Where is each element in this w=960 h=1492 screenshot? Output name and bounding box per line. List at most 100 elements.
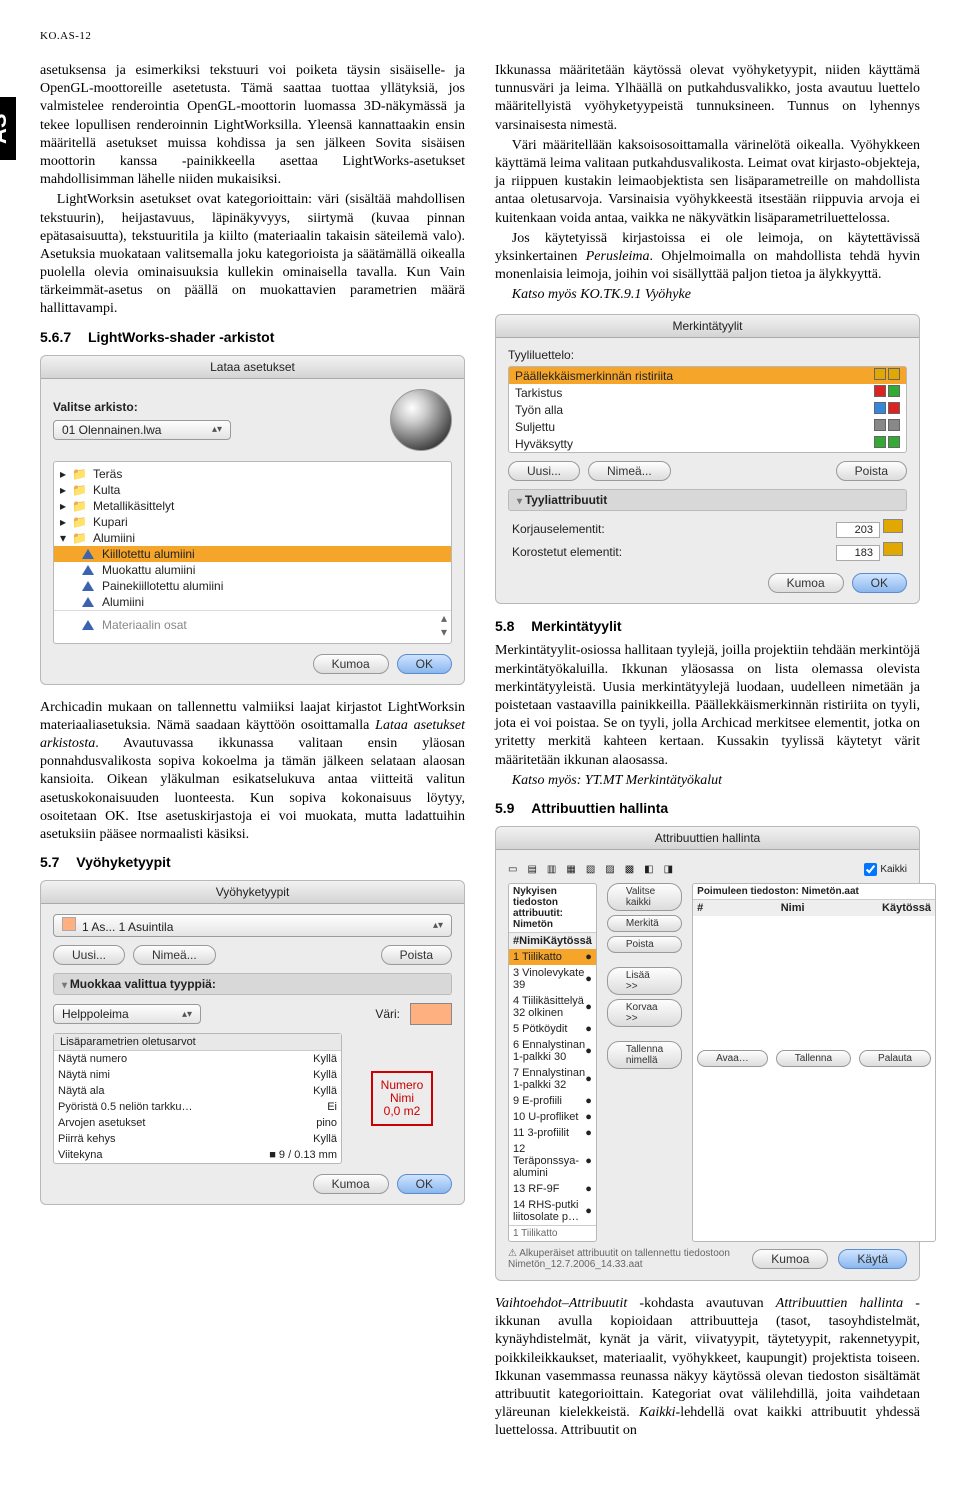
delete-button[interactable]: Poista [607, 936, 682, 953]
rename-button[interactable]: Nimeä... [588, 461, 671, 481]
merge-button[interactable]: Merkitä [607, 915, 682, 932]
correction-elements-field[interactable]: 203 [836, 522, 880, 538]
replace-button[interactable]: Korvaa >> [607, 999, 682, 1027]
body-paragraph: asetuksensa ja esimerkiksi tekstuuri voi… [40, 62, 465, 189]
attribute-row[interactable]: 12 Teräponssya-alumini● [509, 1141, 596, 1181]
body-paragraph: Merkintätyylit-osiossa hallitaan tyylejä… [495, 642, 920, 769]
style-list[interactable]: Päällekkäismerkinnän ristiriitaTarkistus… [509, 367, 906, 452]
style-row[interactable]: Työn alla [509, 401, 906, 418]
color-swatch[interactable] [883, 542, 903, 556]
tab-icon[interactable]: ◧ [644, 864, 653, 875]
style-attributes-disclosure[interactable]: Tyyliattribuutit [508, 489, 907, 511]
highlighted-elements-label: Korostetut elementit: [512, 545, 622, 559]
attribute-row[interactable]: 9 E-profiili● [509, 1093, 596, 1109]
crossref: Katso myös: YT.MT Merkintätyökalut [495, 772, 920, 790]
tree-folder[interactable]: ▸Kupari [54, 514, 451, 530]
body-paragraph: Ikkunassa määritetään käytössä olevat vy… [495, 62, 920, 135]
color-swatch[interactable] [410, 1003, 452, 1025]
cancel-button[interactable]: Kumoa [752, 1249, 828, 1269]
chevron-updown-icon: ▴▾ [212, 424, 222, 435]
cancel-button[interactable]: Kumoa [313, 654, 389, 674]
param-row[interactable]: Arvojen asetuksetpino [54, 1115, 341, 1131]
all-checkbox[interactable]: Kaikki [860, 860, 907, 879]
cancel-button[interactable]: Kumoa [313, 1174, 389, 1194]
tab-icon[interactable]: ▥ [547, 864, 556, 875]
open-button[interactable]: Avaa… [697, 1050, 768, 1067]
tree-item[interactable]: Muokattu alumiini [54, 562, 451, 578]
tree-folder[interactable]: ▸Kulta [54, 482, 451, 498]
style-row[interactable]: Hyväksytty [509, 435, 906, 452]
attribute-row[interactable]: 7 Ennalystinan 1-palkki 32● [509, 1065, 596, 1093]
attribute-row[interactable]: 5 Pötköydit● [509, 1021, 596, 1037]
chevron-updown-icon: ▴▾ [433, 920, 443, 931]
color-swatch[interactable] [883, 519, 903, 533]
dialog-title: Lataa asetukset [41, 356, 464, 379]
attribute-row[interactable]: 6 Ennalystinan 1-palkki 30● [509, 1037, 596, 1065]
folder-icon [72, 531, 87, 545]
attribute-row[interactable]: 4 Tiilikäsittelyä 32 olkinen● [509, 993, 596, 1021]
param-row[interactable]: Näytä numeroKyllä [54, 1051, 341, 1067]
attribute-row[interactable]: 3 Vinolevykate 39● [509, 965, 596, 993]
tree-item[interactable]: Alumiini [54, 594, 451, 610]
rename-button[interactable]: Nimeä... [133, 945, 216, 965]
markup-styles-dialog: Merkintätyylit Tyyliluettelo: Päällekkäi… [495, 314, 920, 604]
attribute-row[interactable]: 14 RHS-putki liitosolate p…● [509, 1197, 596, 1225]
select-all-button[interactable]: Valitse kaikki [607, 883, 682, 911]
tree-folder[interactable]: ▸Teräs [54, 466, 451, 482]
tree-item[interactable]: Painekiillotettu alumiini [54, 578, 451, 594]
attribute-row[interactable]: 11 3-profiilit● [509, 1125, 596, 1141]
tab-icon[interactable]: ▨ [605, 864, 614, 875]
tree-folder[interactable]: ▾Alumiini [54, 530, 451, 546]
new-button[interactable]: Uusi... [53, 945, 125, 965]
param-row[interactable]: Viitekyna■ 9 / 0.13 mm [54, 1147, 341, 1163]
tree-item-cut: Materiaalin osat [54, 611, 193, 639]
tree-item[interactable]: Kiillotettu alumiini [54, 546, 451, 562]
attribute-row[interactable]: 13 RF-9F● [509, 1181, 596, 1197]
archive-select[interactable]: 01 Olennainen.lwa▴▾ [53, 420, 231, 440]
style-row[interactable]: Päällekkäismerkinnän ristiriita [509, 367, 906, 384]
cancel-button[interactable]: Kumoa [768, 573, 844, 593]
add-button[interactable]: Lisää >> [607, 967, 682, 995]
attribute-list[interactable]: 1 Tiilikatto●3 Vinolevykate 39●4 Tiilikä… [509, 949, 596, 1225]
tab-icon[interactable]: ▩ [625, 864, 634, 875]
attribute-row[interactable]: 1 Tiilikatto● [509, 949, 596, 965]
choose-archive-label: Valitse arkisto: [53, 400, 231, 414]
body-paragraph: Vaihtoehdot–Attribuutit -kohdasta avautu… [495, 1295, 920, 1441]
zone-select[interactable]: 1 As... 1 Asuintila▴▾ [53, 914, 452, 937]
scroll-down-icon[interactable]: ▾ [437, 625, 451, 639]
param-row[interactable]: Näytä alaKyllä [54, 1083, 341, 1099]
revert-button[interactable]: Palauta [859, 1050, 931, 1067]
new-button[interactable]: Uusi... [508, 461, 580, 481]
zone-color-swatch [62, 917, 76, 931]
correction-elements-label: Korjauselementit: [512, 522, 605, 536]
style-row[interactable]: Suljettu [509, 418, 906, 435]
tab-icons[interactable]: ▭ ▤ ▥ ▦ ▧ ▨ ▩ ◧ ◨ [508, 864, 673, 875]
preview-sphere [390, 389, 452, 451]
scroll-up-icon[interactable]: ▴ [437, 611, 451, 625]
stamp-select[interactable]: Helppoleima▴▾ [53, 1004, 201, 1024]
tab-icon[interactable]: ▧ [586, 864, 595, 875]
tree-folder[interactable]: ▸Metallikäsittelyt [54, 498, 451, 514]
ok-button[interactable]: OK [397, 654, 452, 674]
ok-button[interactable]: OK [397, 1174, 452, 1194]
body-paragraph: Jos käytetyissä kirjastoissa ei ole leim… [495, 230, 920, 285]
tab-icon[interactable]: ◨ [664, 864, 673, 875]
tab-icon[interactable]: ▭ [508, 864, 517, 875]
edit-type-disclosure[interactable]: Muokkaa valittua tyyppiä: [53, 973, 452, 995]
highlighted-elements-field[interactable]: 183 [836, 545, 880, 561]
delete-button[interactable]: Poista [836, 461, 907, 481]
tab-icon[interactable]: ▦ [566, 864, 575, 875]
save-as-button[interactable]: Tallenna nimellä [607, 1041, 682, 1069]
ok-button[interactable]: OK [852, 573, 907, 593]
stamp-preview: NumeroNimi0,0 m2 [371, 1071, 434, 1127]
attribute-row[interactable]: 10 U-profliket● [509, 1109, 596, 1125]
style-row[interactable]: Tarkistus [509, 384, 906, 401]
apply-button[interactable]: Käytä [838, 1249, 907, 1269]
delete-button[interactable]: Poista [381, 945, 452, 965]
param-row[interactable]: Näytä nimiKyllä [54, 1067, 341, 1083]
param-row[interactable]: Pyöristä 0.5 neliön tarkku…Ei [54, 1099, 341, 1115]
param-row[interactable]: Piirrä kehysKyllä [54, 1131, 341, 1147]
save-button[interactable]: Tallenna [776, 1050, 851, 1067]
attribute-manager-dialog: Attribuuttien hallinta ▭▤▥▦▧▨▩◧◨ Kaikki … [495, 826, 920, 1281]
tab-icon[interactable]: ▤ [527, 864, 536, 875]
